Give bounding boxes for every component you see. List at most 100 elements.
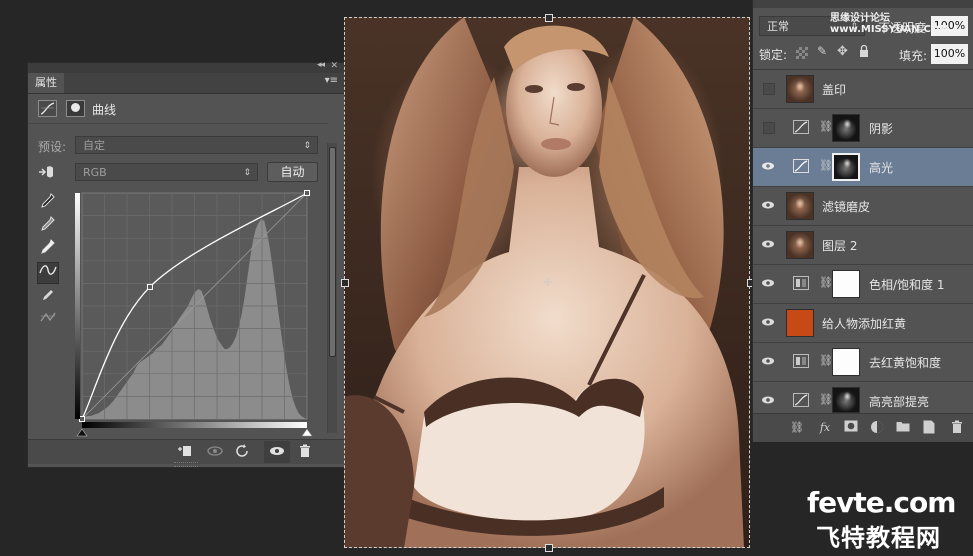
preset-select[interactable]: 自定 ⇕ <box>75 136 318 154</box>
layer-row-selected[interactable]: ⛓ 高光 <box>753 148 973 187</box>
layer-row[interactable]: ⛓ 高亮部提亮 <box>753 382 973 414</box>
chevron-updown-icon: ⇕ <box>243 168 251 178</box>
curve-control-point <box>79 416 85 422</box>
visibility-icon[interactable] <box>760 354 776 370</box>
view-previous-icon[interactable] <box>206 444 224 460</box>
input-gradient-bar <box>82 422 307 428</box>
layer-name: 高光 <box>869 161 894 175</box>
visibility-toggle[interactable] <box>264 441 290 463</box>
eyedropper-white-icon[interactable] <box>37 239 59 257</box>
visibility-icon[interactable] <box>760 198 776 214</box>
layer-mask-icon[interactable] <box>66 100 85 117</box>
fx-icon[interactable]: fx <box>817 420 833 436</box>
layer-name: 高亮部提亮 <box>869 395 930 409</box>
visibility-icon[interactable] <box>760 315 776 331</box>
scrollbar-thumb[interactable] <box>329 147 336 357</box>
smooth-icon[interactable] <box>37 310 59 328</box>
layer-row[interactable]: ⛓ 阴影 <box>753 109 973 148</box>
layer-thumbnail <box>786 231 814 259</box>
lock-position-icon[interactable]: ✥ <box>837 44 848 59</box>
layer-mask-thumbnail <box>832 270 860 298</box>
lock-transparency-icon[interactable] <box>796 47 808 59</box>
reset-icon[interactable] <box>234 444 252 460</box>
panel-dock-bar: ◂◂ ✕ <box>28 60 344 73</box>
trash-icon[interactable] <box>296 444 314 460</box>
preset-label: 预设: <box>38 140 67 154</box>
resize-grip[interactable] <box>174 462 198 467</box>
layer-row[interactable]: 图层 2 <box>753 226 973 265</box>
layer-name: 去红黄饱和度 <box>869 356 942 370</box>
layers-tab-strip <box>753 0 973 8</box>
properties-panel: ◂◂ ✕ 属性 ▾≡ 曲线 预设: 自定 ⇕ RGB ⇕ 自动 <box>27 60 345 468</box>
adjustment-title: 曲线 <box>92 103 117 117</box>
new-layer-icon[interactable] <box>921 420 937 436</box>
layer-mask-thumbnail <box>832 114 860 142</box>
collapse-icon[interactable]: ◂◂ <box>317 60 325 70</box>
chain-link-icon[interactable]: ⛓ <box>819 354 833 367</box>
properties-bottom-bar <box>28 439 344 464</box>
curve-control-point <box>304 190 310 196</box>
layer-name: 滤镜磨皮 <box>822 200 871 214</box>
visibility-icon[interactable] <box>760 159 776 175</box>
layer-mask-thumbnail <box>832 153 860 181</box>
curve-points-icon[interactable] <box>37 262 59 284</box>
layer-row[interactable]: ⛓ 去红黄饱和度 <box>753 343 973 382</box>
visibility-off-icon[interactable] <box>763 122 775 134</box>
fill-field[interactable]: 100% <box>931 44 968 64</box>
layer-row[interactable]: 盖印 <box>753 70 973 109</box>
channel-select[interactable]: RGB ⇕ <box>75 163 258 181</box>
watermark-top: 思缘设计论坛 www.MISSYUAN.COM <box>830 13 950 35</box>
auto-button[interactable]: 自动 <box>267 162 318 182</box>
curves-adjustment-icon <box>793 120 809 134</box>
transform-handle[interactable] <box>341 279 349 287</box>
layer-thumbnail <box>786 192 814 220</box>
layer-name: 盖印 <box>822 83 847 97</box>
channel-value: RGB <box>83 166 107 179</box>
layer-row[interactable]: 滤镜磨皮 <box>753 187 973 226</box>
pencil-icon[interactable] <box>37 288 59 306</box>
curves-graph[interactable] <box>75 189 315 441</box>
layers-panel: 正常 ⇕ 不透明度: 100% 锁定: ✎ ✥ 填充: 100% 盖印 ⛓ 阴影… <box>752 0 973 442</box>
adjustment-icon[interactable] <box>869 420 885 436</box>
group-icon[interactable] <box>895 420 911 436</box>
layer-thumbnail <box>786 75 814 103</box>
divider <box>28 123 328 124</box>
layer-row[interactable]: 给人物添加红黄 <box>753 304 973 343</box>
preset-value: 自定 <box>83 139 105 152</box>
eyedropper-black-icon[interactable] <box>37 193 59 211</box>
visibility-icon[interactable] <box>760 393 776 409</box>
chain-link-icon[interactable]: ⛓ <box>819 393 833 406</box>
lock-label: 锁定: <box>759 48 788 62</box>
output-gradient-bar <box>75 193 80 419</box>
layer-name: 图层 2 <box>822 239 858 253</box>
close-icon[interactable]: ✕ <box>330 61 338 71</box>
chain-link-icon[interactable]: ⛓ <box>819 120 833 133</box>
tab-properties[interactable]: 属性 <box>28 73 64 93</box>
add-mask-icon[interactable] <box>843 420 859 436</box>
transform-handle[interactable] <box>545 544 553 552</box>
layer-row[interactable]: ⛓ 色相/饱和度 1 <box>753 265 973 304</box>
visibility-icon[interactable] <box>760 276 776 292</box>
fill-layer-thumbnail <box>786 309 814 337</box>
hue-saturation-icon <box>793 276 809 290</box>
clip-to-layer-icon[interactable] <box>176 444 194 460</box>
fill-label: 填充: <box>899 49 928 63</box>
white-point-slider <box>301 428 313 437</box>
layer-mask-thumbnail <box>832 348 860 376</box>
lock-pixels-icon[interactable]: ✎ <box>817 44 827 58</box>
chain-link-icon[interactable]: ⛓ <box>819 159 833 172</box>
lock-all-icon[interactable] <box>859 44 868 57</box>
sample-in-image-icon[interactable] <box>36 163 58 181</box>
panel-menu-icon[interactable]: ▾≡ <box>325 75 338 86</box>
chain-link-icon[interactable]: ⛓ <box>819 276 833 289</box>
layers-footer: ⛓ fx <box>753 413 973 442</box>
visibility-icon[interactable] <box>760 237 776 253</box>
transform-handle[interactable] <box>545 14 553 22</box>
curves-adjustment-icon <box>793 159 809 173</box>
trash-icon[interactable] <box>949 420 965 436</box>
link-icon[interactable]: ⛓ <box>789 420 805 436</box>
visibility-off-icon[interactable] <box>763 83 775 95</box>
eyedropper-gray-icon[interactable] <box>37 216 59 234</box>
curve-control-point <box>146 283 153 290</box>
properties-scrollbar[interactable] <box>327 143 337 433</box>
